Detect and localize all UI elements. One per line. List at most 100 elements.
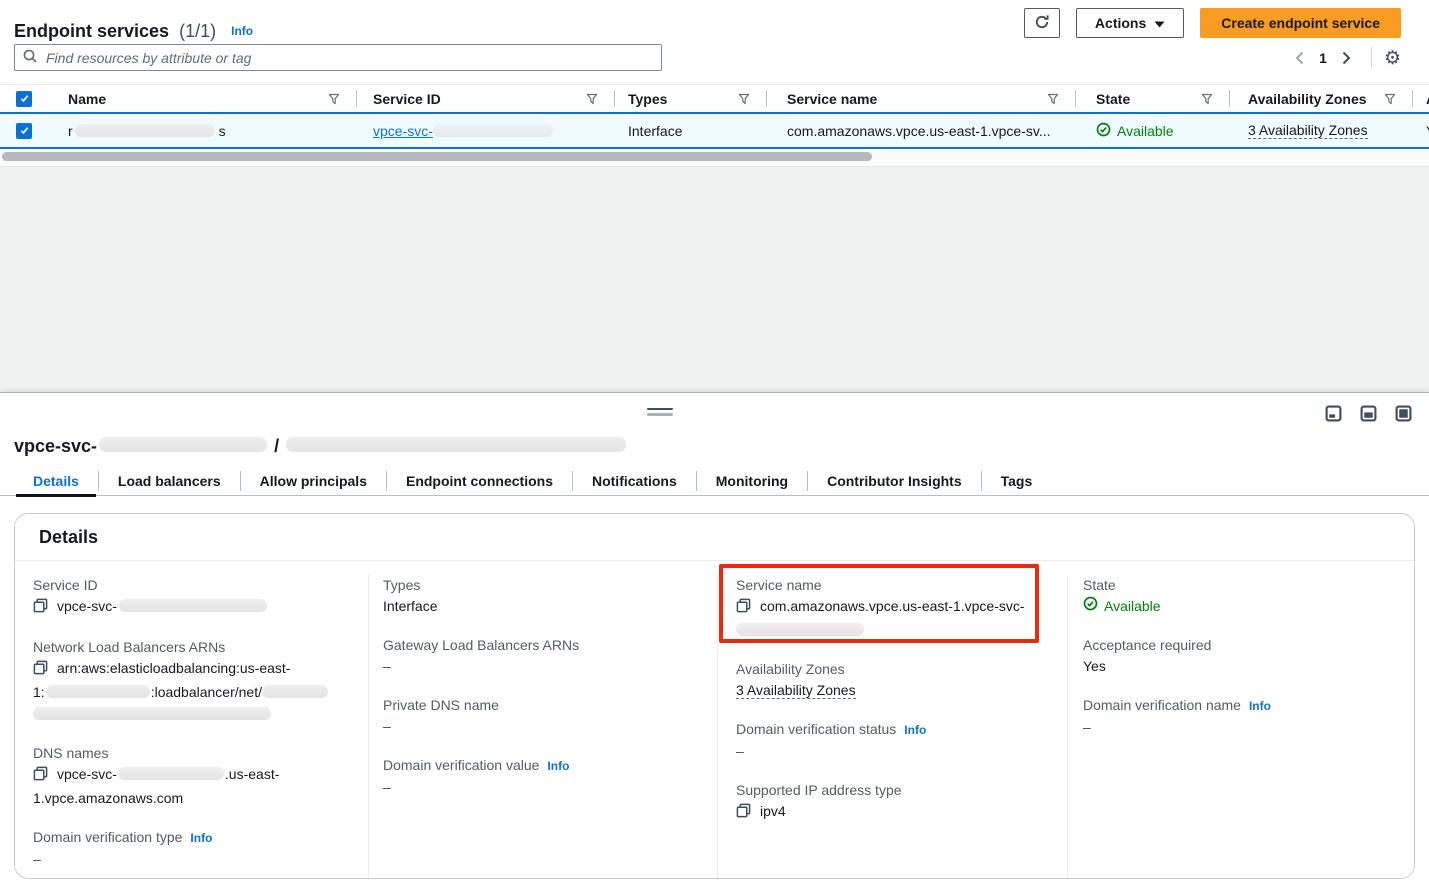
field-service-id: Service ID vpce-svc-	[33, 575, 348, 619]
status-badge: Available	[1117, 123, 1174, 139]
filter-icon[interactable]	[1201, 93, 1213, 105]
field-private-dns-name: Private DNS name –	[383, 695, 701, 737]
redacted-text	[119, 599, 267, 612]
pager-divider	[1371, 47, 1372, 69]
service-id-link[interactable]: vpce-svc-	[373, 123, 553, 139]
current-page-number[interactable]: 1	[1319, 50, 1327, 66]
field-service-name: Service name com.amazonaws.vpce.us-east-…	[736, 575, 1051, 641]
availability-zones-popover-link[interactable]: 3 Availability Zones	[736, 682, 856, 699]
toolbar: Actions Create endpoint service	[1024, 8, 1401, 38]
redacted-text	[33, 707, 271, 720]
search-icon	[23, 49, 37, 66]
background-area	[0, 166, 1429, 393]
details-card-title: Details	[15, 514, 1414, 561]
redacted-text	[46, 685, 150, 698]
copy-icon[interactable]	[33, 600, 48, 616]
field-availability-zones: Availability Zones 3 Availability Zones	[736, 659, 1051, 701]
field-types: Types Interface	[383, 575, 701, 617]
panel-size-half-icon[interactable]	[1360, 405, 1377, 422]
split-panel: vpce-svc-/ Details Load balancers Allow …	[0, 392, 1429, 886]
redacted-text	[75, 124, 215, 137]
field-domain-verification-name: Domain verification nameInfo –	[1083, 695, 1398, 738]
resource-count: (1/1)	[179, 21, 216, 41]
tab-notifications[interactable]: Notifications	[573, 467, 696, 495]
info-link[interactable]: Info	[1249, 699, 1271, 713]
search-box	[14, 44, 662, 71]
tab-details[interactable]: Details	[14, 467, 98, 495]
field-supported-ip-address-type: Supported IP address type ipv4	[736, 780, 1051, 824]
row-checkbox[interactable]	[16, 123, 32, 139]
field-dns-names: DNS names vpce-svc-.us-east- 1.vpce.amaz…	[33, 743, 348, 809]
column-header-state[interactable]: State	[1075, 85, 1229, 112]
details-column-4: State Available Acceptance required Yes	[1067, 575, 1414, 879]
status-badge: Available	[1104, 595, 1161, 617]
tab-contributor-insights[interactable]: Contributor Insights	[808, 467, 981, 495]
row-availability-zones-cell: 3 Availability Zones	[1229, 114, 1412, 147]
split-panel-layout-buttons	[1325, 405, 1412, 422]
select-all-cell	[0, 85, 48, 112]
availability-zones-popover-link[interactable]: 3 Availability Zones	[1248, 122, 1368, 139]
status-available-icon	[1096, 122, 1111, 140]
caret-down-icon	[1154, 15, 1165, 31]
redacted-text	[736, 623, 864, 636]
column-header-name[interactable]: Name	[48, 85, 356, 112]
table-row[interactable]: r s vpce-svc- Interface com.amazonaws.vp…	[0, 112, 1429, 149]
filter-icon[interactable]	[738, 93, 750, 105]
column-header-availability-zones[interactable]: Availability Zones	[1229, 85, 1412, 112]
tab-bar: Details Load balancers Allow principals …	[14, 467, 1415, 495]
field-nlb-arns: Network Load Balancers ARNs arn:aws:elas…	[33, 637, 348, 725]
copy-icon[interactable]	[33, 768, 48, 784]
actions-button[interactable]: Actions	[1076, 8, 1184, 38]
field-domain-verification-status: Domain verification statusInfo –	[736, 719, 1051, 762]
tab-tags[interactable]: Tags	[982, 467, 1052, 495]
column-header-service-id[interactable]: Service ID	[356, 85, 614, 112]
info-link[interactable]: Info	[547, 759, 569, 773]
create-endpoint-service-button[interactable]: Create endpoint service	[1200, 8, 1401, 38]
details-column-1: Service ID vpce-svc- Network Load Balanc…	[15, 575, 368, 879]
horizontal-scrollbar	[0, 150, 1429, 163]
split-panel-drag-handle[interactable]	[647, 408, 673, 416]
column-header-service-name[interactable]: Service name	[766, 85, 1075, 112]
column-header-types[interactable]: Types	[614, 85, 766, 112]
prev-page-button[interactable]	[1287, 46, 1311, 70]
copy-icon[interactable]	[33, 662, 48, 678]
refresh-button[interactable]	[1024, 8, 1060, 38]
tab-endpoint-connections[interactable]: Endpoint connections	[387, 467, 572, 495]
info-link[interactable]: Info	[231, 24, 253, 38]
split-panel-title: vpce-svc-/	[14, 436, 626, 457]
tab-monitoring[interactable]: Monitoring	[697, 467, 807, 495]
field-domain-verification-value: Domain verification valueInfo –	[383, 755, 701, 798]
redacted-text	[262, 685, 328, 698]
table-header-row: Name Service ID Types Service name State…	[0, 84, 1429, 112]
redacted-text	[433, 124, 553, 137]
details-column-3: Service name com.amazonaws.vpce.us-east-…	[717, 575, 1067, 879]
filter-icon[interactable]	[328, 93, 340, 105]
column-header-acceptance-clipped[interactable]: A	[1412, 85, 1429, 112]
row-select-cell	[0, 114, 48, 147]
field-domain-verification-type: Domain verification typeInfo –	[33, 827, 348, 870]
info-link[interactable]: Info	[904, 723, 926, 737]
info-link[interactable]: Info	[190, 831, 212, 845]
tab-allow-principals[interactable]: Allow principals	[241, 467, 386, 495]
filter-icon[interactable]	[586, 93, 598, 105]
tab-load-balancers[interactable]: Load balancers	[99, 467, 240, 495]
details-card: Details Service ID vpce-svc- Network Loa…	[14, 513, 1415, 879]
field-acceptance-required: Acceptance required Yes	[1083, 635, 1398, 677]
search-input[interactable]	[44, 49, 653, 67]
row-state-cell: Available	[1075, 114, 1229, 147]
filter-icon[interactable]	[1047, 93, 1059, 105]
settings-gear-icon[interactable]: ⚙	[1384, 49, 1401, 68]
filter-icon[interactable]	[1384, 93, 1396, 105]
panel-position-bottom-icon[interactable]	[1325, 405, 1342, 422]
row-service-name-cell: com.amazonaws.vpce.us-east-1.vpce-sv...	[766, 114, 1075, 147]
copy-icon[interactable]	[736, 600, 751, 616]
horizontal-scrollbar-thumb[interactable]	[2, 152, 872, 161]
panel-size-full-icon[interactable]	[1395, 405, 1412, 422]
status-available-icon	[1083, 595, 1098, 617]
details-column-2: Types Interface Gateway Load Balancers A…	[368, 575, 717, 879]
select-all-checkbox[interactable]	[16, 91, 32, 107]
redacted-text	[118, 767, 224, 780]
next-page-button[interactable]	[1335, 46, 1359, 70]
field-glb-arns: Gateway Load Balancers ARNs –	[383, 635, 701, 677]
copy-icon[interactable]	[736, 805, 751, 821]
